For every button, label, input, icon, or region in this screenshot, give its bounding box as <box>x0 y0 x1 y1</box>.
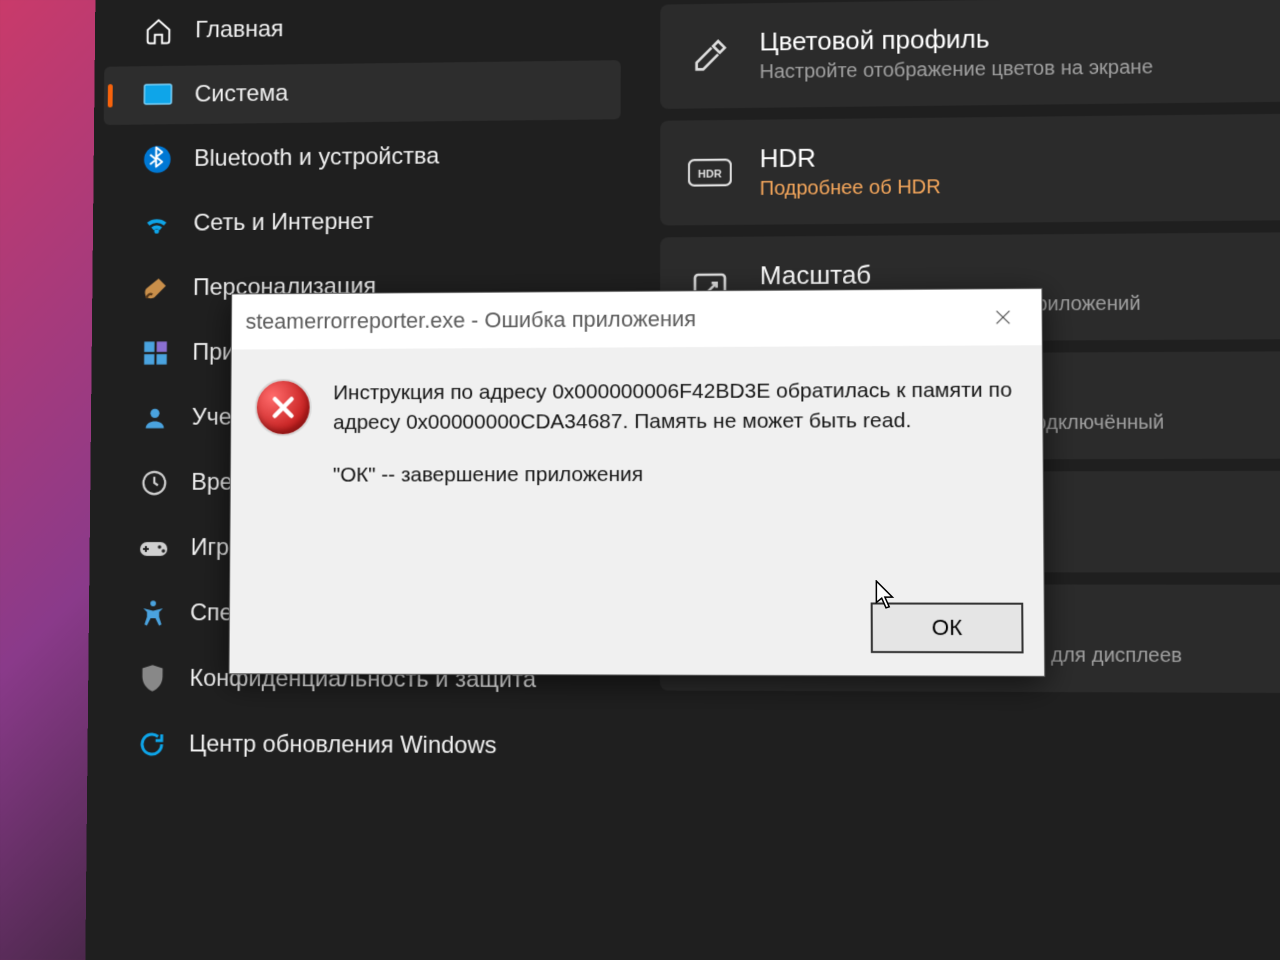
eyedropper-icon <box>688 34 732 78</box>
card-subtitle: Подробнее об HDR <box>760 176 941 201</box>
sidebar-item-system[interactable]: Система <box>104 60 621 125</box>
error-icon <box>255 379 312 437</box>
card-title: Масштаб <box>760 258 1141 292</box>
sidebar-label: Главная <box>195 16 284 44</box>
card-hdr[interactable]: HDR HDR Подробнее об HDR <box>660 114 1280 226</box>
sidebar-label: Центр обновления Windows <box>189 731 497 761</box>
sidebar-item-network[interactable]: Сеть и Интернет <box>102 190 620 253</box>
card-color-profile[interactable]: Цветовой профиль Настройте отображение ц… <box>660 0 1280 109</box>
dialog-titlebar: steamerrorreporter.exe - Ошибка приложен… <box>232 289 1042 350</box>
hdr-icon: HDR <box>688 151 732 195</box>
close-icon[interactable] <box>979 299 1028 335</box>
sidebar-item-home[interactable]: Главная <box>104 0 620 61</box>
ok-button[interactable]: ОК <box>871 602 1024 653</box>
clock-globe-icon <box>139 467 170 499</box>
wifi-icon <box>141 208 172 240</box>
home-icon <box>143 15 174 46</box>
sidebar-item-windows-update[interactable]: Центр обновления Windows <box>97 714 620 777</box>
accessibility-icon <box>137 597 168 629</box>
person-icon <box>139 402 170 434</box>
error-note-text: "ОК" -- завершение приложения <box>333 459 1019 491</box>
brush-icon <box>140 273 171 305</box>
sidebar-label: Сеть и Интернет <box>193 208 373 237</box>
dialog-footer: ОК <box>229 588 1044 676</box>
system-icon <box>142 79 173 110</box>
card-subtitle: Настройте отображение цветов на экране <box>760 56 1154 84</box>
update-icon <box>136 728 168 760</box>
bluetooth-icon <box>142 144 173 176</box>
svg-text:HDR: HDR <box>698 168 722 180</box>
error-message-text: Инструкция по адресу 0x000000006F42BD3E … <box>333 375 1018 438</box>
dialog-body: Инструкция по адресу 0x000000006F42BD3E … <box>230 345 1043 588</box>
card-title: HDR <box>760 141 941 174</box>
card-title: Цветовой профиль <box>759 22 1152 58</box>
dialog-message: Инструкция по адресу 0x000000006F42BD3E … <box>332 375 1019 578</box>
sidebar-label: Bluetooth и устройства <box>194 143 439 173</box>
shield-icon <box>137 663 168 695</box>
sidebar-label: Система <box>194 80 288 108</box>
error-dialog: steamerrorreporter.exe - Ошибка приложен… <box>229 288 1046 677</box>
gamepad-icon <box>138 532 169 564</box>
sidebar-item-bluetooth[interactable]: Bluetooth и устройства <box>103 125 621 189</box>
apps-icon <box>140 337 171 369</box>
dialog-title-text: steamerrorreporter.exe - Ошибка приложен… <box>246 306 697 334</box>
